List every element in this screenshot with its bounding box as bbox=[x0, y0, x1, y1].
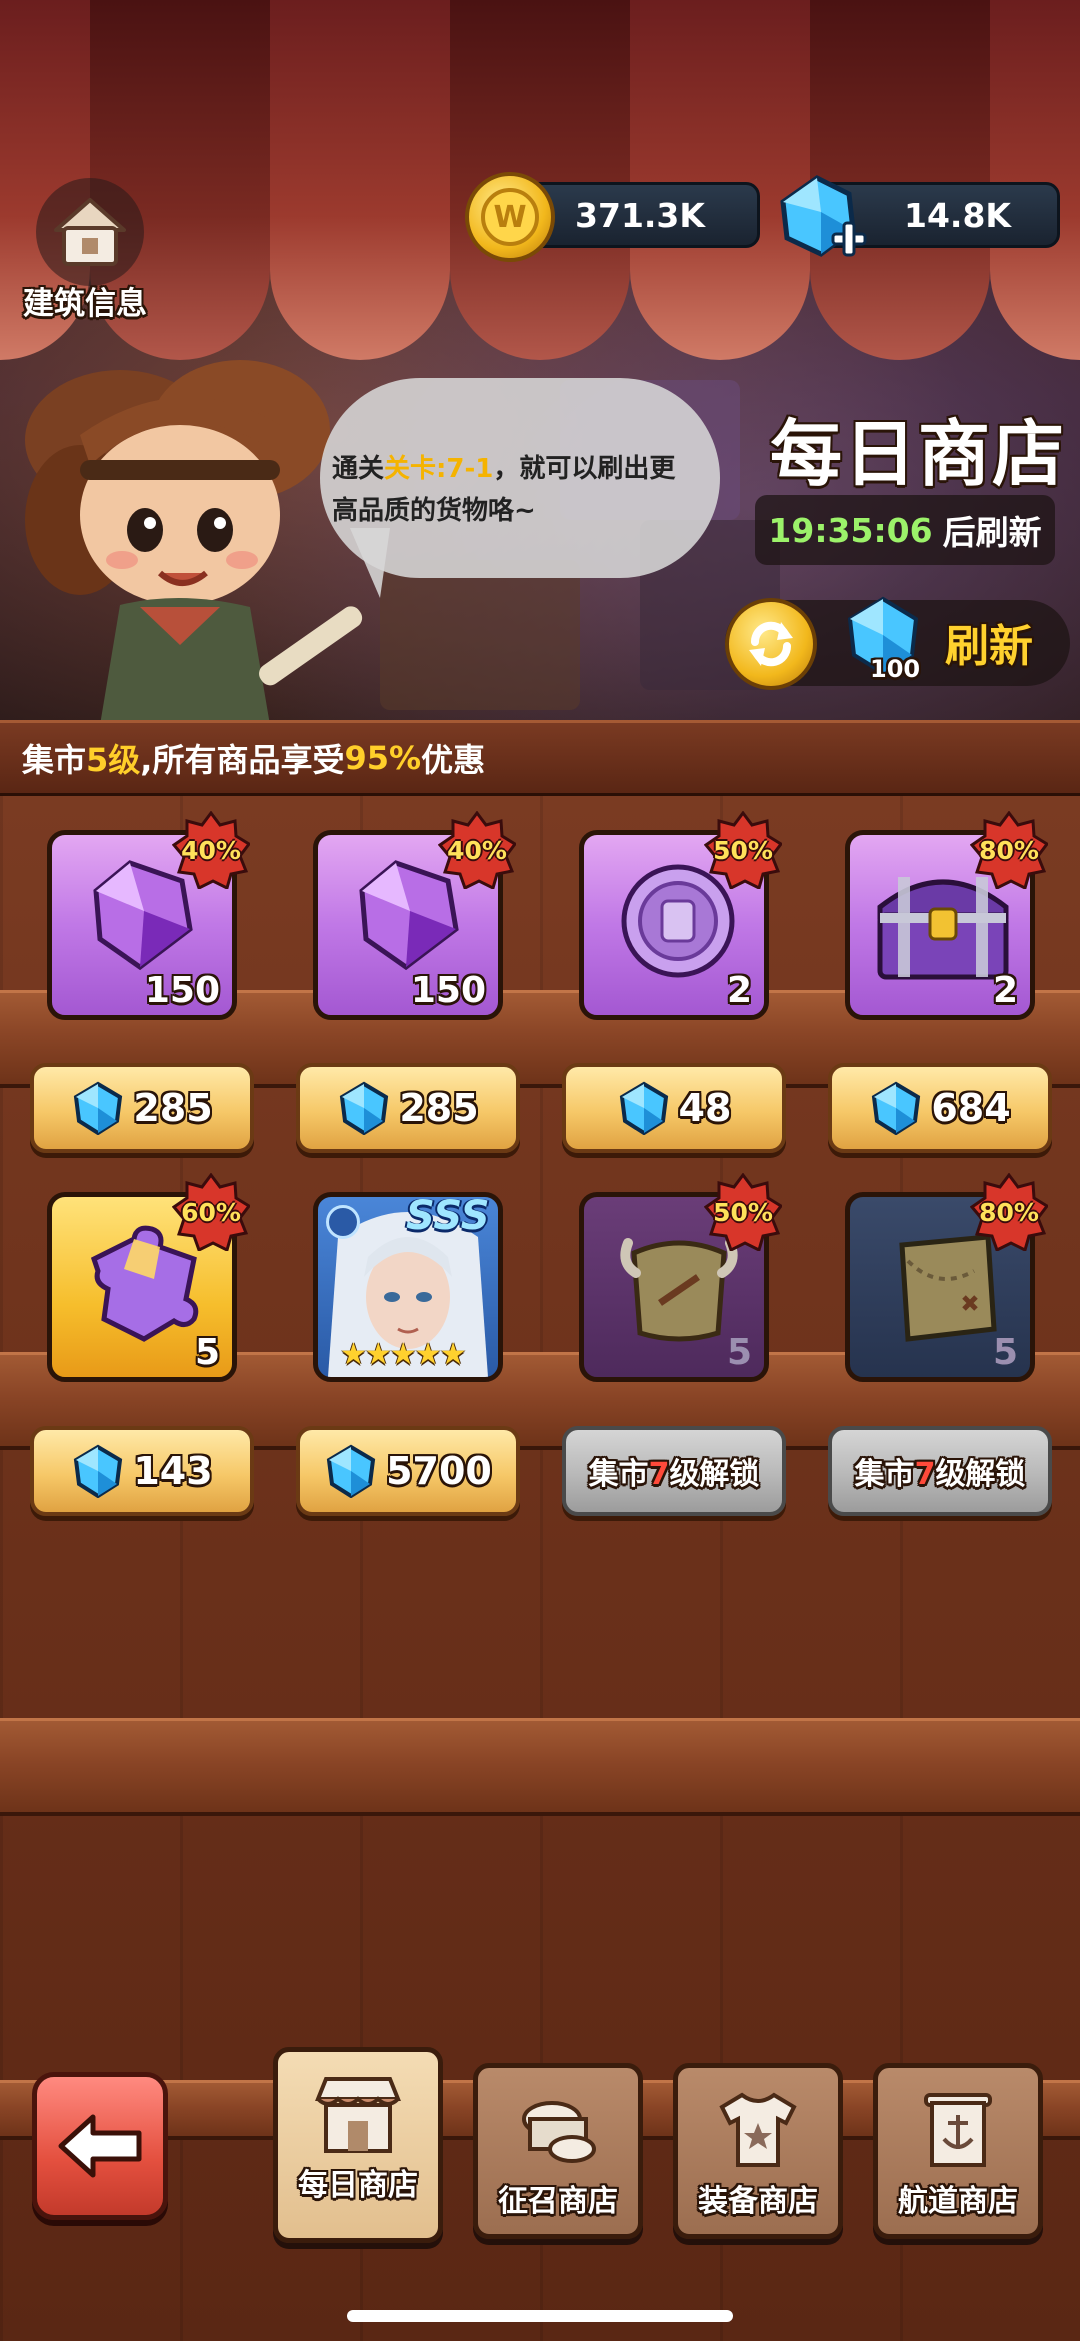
price-value: 285 bbox=[399, 1086, 479, 1130]
refresh-label: 刷新 bbox=[945, 621, 1033, 672]
info-text-3: 优惠 bbox=[421, 741, 486, 779]
price-value: 285 bbox=[133, 1086, 213, 1130]
tab-label: 征召商店 bbox=[498, 2184, 618, 2219]
rank-label: SSS bbox=[406, 1193, 490, 1239]
shop-item[interactable]: 150 40% bbox=[313, 811, 516, 1020]
bubble-text-prefix: 通关 bbox=[332, 454, 385, 484]
tab-label: 每日商店 bbox=[298, 2168, 418, 2203]
shop-title: 每日商店 bbox=[770, 412, 1067, 496]
gem-icon bbox=[340, 1081, 389, 1135]
item-quantity: 5 bbox=[726, 1332, 752, 1373]
item-quantity: 5 bbox=[194, 1332, 220, 1373]
star-rating: ★★★★★ bbox=[340, 1337, 466, 1372]
discount-badge: 50% bbox=[704, 811, 782, 889]
buy-button[interactable]: 5700 bbox=[296, 1426, 520, 1516]
gem-amount: 14.8K bbox=[904, 195, 1011, 235]
buy-button[interactable]: 285 bbox=[296, 1063, 520, 1153]
discount-badge: 60% bbox=[172, 1173, 250, 1251]
shirt-star-icon bbox=[678, 2090, 838, 2170]
scroll-stack-icon bbox=[478, 2090, 638, 2170]
shop-item[interactable]: 5 50% bbox=[579, 1173, 782, 1382]
water-element-icon bbox=[326, 1205, 360, 1239]
refresh-cost: 100 bbox=[870, 655, 921, 683]
buy-button[interactable]: 684 bbox=[828, 1063, 1052, 1153]
shop-item[interactable]: SSS ★★★★★ bbox=[313, 1192, 503, 1382]
speech-bubble: 通关关卡:7-1，就可以刷出更高品质的货物咯~ bbox=[320, 378, 720, 598]
back-button[interactable] bbox=[32, 2072, 168, 2220]
discount-badge: 80% bbox=[970, 811, 1048, 889]
item-quantity: 150 bbox=[144, 970, 220, 1011]
gem-plus-icon[interactable] bbox=[775, 172, 875, 272]
refresh-cycle-icon[interactable] bbox=[725, 598, 817, 690]
shelf-plank bbox=[0, 1718, 1080, 1816]
gold-counter: 371.3K bbox=[520, 182, 760, 248]
gem-icon bbox=[74, 1444, 123, 1498]
gold-coin-icon: W bbox=[465, 172, 555, 262]
market-discount-info: 集市 5级 ,所有商品享受 95% 优惠 bbox=[0, 720, 1080, 796]
buy-button[interactable]: 143 bbox=[30, 1426, 254, 1516]
arrow-left-icon bbox=[58, 2114, 142, 2178]
timer-suffix: 后刷新 bbox=[942, 513, 1042, 552]
item-quantity: 2 bbox=[726, 970, 752, 1011]
buy-button[interactable]: 285 bbox=[30, 1063, 254, 1153]
buy-button[interactable]: 48 bbox=[562, 1063, 786, 1153]
shopkeeper-character bbox=[10, 345, 390, 725]
shop-item[interactable]: 150 40% bbox=[47, 811, 250, 1020]
info-text-1: 集市 bbox=[22, 741, 87, 779]
gold-amount: 371.3K bbox=[575, 195, 705, 235]
home-indicator[interactable] bbox=[347, 2310, 733, 2322]
building-info-button[interactable]: 建筑信息 bbox=[23, 178, 150, 328]
bubble-stage-highlight: 关卡:7-1 bbox=[384, 454, 494, 484]
discount-badge: 40% bbox=[438, 811, 516, 889]
shop-item[interactable]: 2 50% bbox=[579, 811, 782, 1020]
discount-badge: 50% bbox=[704, 1173, 782, 1251]
tab-label: 装备商店 bbox=[698, 2184, 818, 2219]
price-value: 143 bbox=[133, 1449, 213, 1493]
item-quantity: 5 bbox=[992, 1332, 1018, 1373]
locked-button[interactable]: 集市7级解锁 bbox=[828, 1426, 1052, 1516]
shop-item[interactable]: 5 60% bbox=[47, 1173, 250, 1382]
market-level: 5级 bbox=[86, 741, 141, 779]
discount-value: 95% bbox=[344, 739, 422, 777]
shop-item[interactable]: 5 80% bbox=[845, 1173, 1048, 1382]
discount-badge: 80% bbox=[970, 1173, 1048, 1251]
building-info-label: 建筑信息 bbox=[23, 286, 147, 322]
item-quantity: 2 bbox=[992, 970, 1018, 1011]
tab-route-shop[interactable]: 航道商店 bbox=[873, 2063, 1043, 2239]
tab-daily-shop[interactable]: 每日商店 bbox=[273, 2047, 443, 2243]
gem-icon bbox=[619, 1081, 668, 1135]
tab-equipment-shop[interactable]: 装备商店 bbox=[673, 2063, 843, 2239]
item-quantity: 150 bbox=[410, 970, 486, 1011]
shop-item[interactable]: 2 80% bbox=[845, 811, 1048, 1020]
gem-icon bbox=[872, 1081, 921, 1135]
anchor-banner-icon bbox=[878, 2090, 1038, 2170]
price-value: 5700 bbox=[386, 1449, 492, 1493]
tab-label: 航道商店 bbox=[898, 2184, 1018, 2219]
refresh-timer: 19:35:06 后刷新 bbox=[755, 495, 1055, 565]
discount-badge: 40% bbox=[172, 811, 250, 889]
price-value: 684 bbox=[931, 1086, 1011, 1130]
gem-icon bbox=[74, 1081, 123, 1135]
tab-recruit-shop[interactable]: 征召商店 bbox=[473, 2063, 643, 2239]
locked-button[interactable]: 集市7级解锁 bbox=[562, 1426, 786, 1516]
timer-value: 19:35:06 bbox=[768, 510, 933, 550]
shop-stall-icon bbox=[278, 2074, 438, 2154]
gem-icon bbox=[326, 1444, 376, 1498]
price-value: 48 bbox=[678, 1086, 732, 1130]
info-text-2: ,所有商品享受 bbox=[140, 741, 345, 779]
house-icon bbox=[36, 178, 144, 286]
